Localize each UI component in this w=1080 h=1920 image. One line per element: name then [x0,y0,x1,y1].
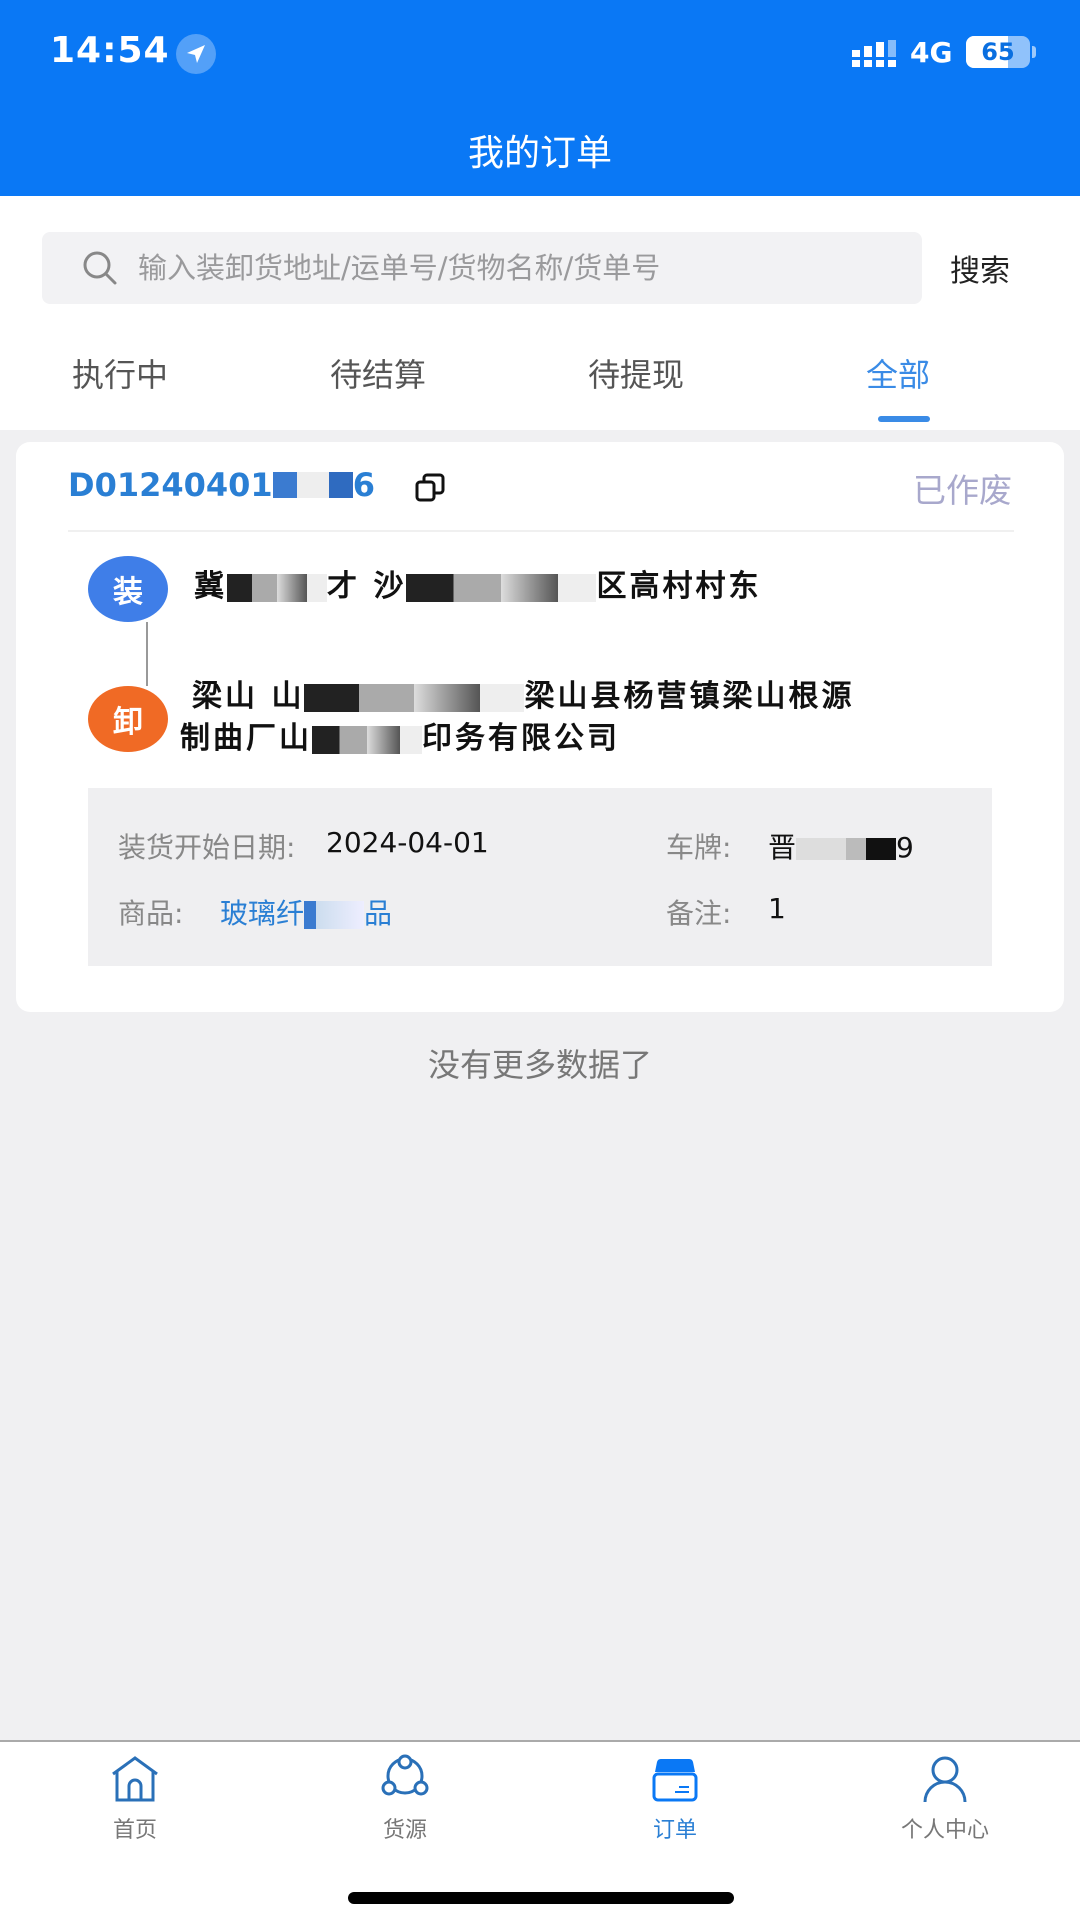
goods-value[interactable]: 玻璃纤 品 [220,892,392,932]
order-status: 已作废 [913,471,1012,510]
no-more-data: 没有更多数据了 [427,1046,652,1084]
route-connector [146,622,148,686]
load-badge: 装 [88,556,168,622]
redacted-block [304,683,525,712]
plate-label: 车牌: [666,831,732,864]
redacted-block [312,725,422,754]
nav-order-label: 订单 [652,1818,697,1843]
unload-address-line2-start: 制曲厂山 [180,721,312,756]
unload-address-mid: 梁山县杨营镇梁山根源 [524,679,855,714]
search-icon [83,251,117,285]
nav-home-label: 首页 [112,1818,157,1843]
order-icon [652,1758,698,1802]
nav-source[interactable]: 货源 [315,1754,495,1844]
order-info-box: 装货开始日期: 2024-04-01 车牌: 晋9 商品: 玻璃纤品 备注: 1 [88,788,992,966]
copy-icon[interactable] [414,472,446,504]
redacted-block [304,901,365,929]
tab-pending-withdrawal[interactable]: 待提现 [588,350,684,396]
order-card[interactable]: D01240401 6 已作废 装 卸 冀 才 沙 区高村村东 梁山 山 梁山县杨营镇… [16,442,1064,1012]
search-input[interactable] [138,251,898,285]
order-number-prefix: D01240401 [68,466,273,504]
goods-suffix: 品 [364,897,393,930]
source-icon [381,1754,429,1796]
status-time: 14:54 [50,30,170,71]
unload-address-start: 梁山 山 [192,679,305,714]
tab-executing[interactable]: 执行中 [72,350,168,396]
load-date-value: 2024-04-01 [326,826,489,859]
search-button[interactable]: 搜索 [950,246,1010,290]
redacted-block [227,573,327,602]
page-title: 我的订单 [467,133,612,174]
plate-suffix: 9 [896,831,914,864]
nav-order[interactable]: 订单 [585,1754,765,1844]
battery-icon: 65 [966,36,1030,68]
plate-prefix: 晋 [768,831,797,864]
location-icon [176,34,216,74]
unload-address-line1: 梁山 山 梁山县杨营镇梁山根源 [192,676,854,718]
remark-value: 1 [768,892,786,925]
app-header: 14:54 4G 65 我的订单 [0,0,1080,196]
redacted-block [406,573,597,602]
goods-name: 玻璃纤 [220,897,305,930]
battery-level: 65 [981,38,1015,66]
network-label: 4G [910,36,953,69]
search-area: 搜索 执行中 待结算 待提现 全部 [0,196,1080,430]
nav-home[interactable]: 首页 [45,1754,225,1844]
plate-value: 晋9 [768,826,914,866]
signal-icon [852,40,896,67]
tab-all[interactable]: 全部 [866,350,930,396]
user-icon [923,1756,967,1803]
order-number-suffix: 6 [352,466,375,504]
active-tab-indicator [878,416,930,422]
nav-profile[interactable]: 个人中心 [855,1754,1035,1844]
nav-profile-label: 个人中心 [900,1818,989,1843]
battery-tip [1032,46,1036,58]
order-number[interactable]: D01240401 6 [68,466,375,504]
nav-source-label: 货源 [382,1818,427,1843]
load-address-start: 冀 [194,569,227,604]
redacted-block [272,472,353,498]
redacted-block [796,838,897,860]
load-address-end: 区高村村东 [596,569,762,604]
search-box[interactable] [42,232,922,304]
tab-pending-settlement[interactable]: 待结算 [330,350,426,396]
load-address-mid: 才 沙 [327,569,407,604]
load-date-label: 装货开始日期: [118,831,296,864]
unload-address-line2: 制曲厂山 印务有限公司 [180,718,620,760]
goods-label: 商品: [118,897,184,930]
unload-badge: 卸 [88,686,168,752]
home-icon [112,1756,158,1802]
unload-address-line2-end: 印务有限公司 [422,721,620,756]
load-address: 冀 才 沙 区高村村东 [194,566,761,608]
home-indicator[interactable] [348,1892,734,1904]
order-tabs: 执行中 待结算 待提现 全部 [0,320,1080,430]
divider [68,530,1014,532]
remark-label: 备注: [666,897,732,930]
